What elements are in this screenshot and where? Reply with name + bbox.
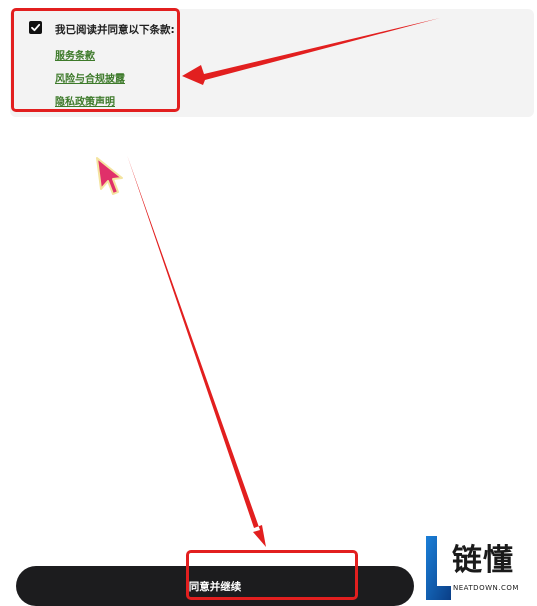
arrow-to-terms xyxy=(182,18,440,85)
site-watermark: 链懂 NEATDOWN.COM xyxy=(424,534,537,602)
arrow-to-button xyxy=(127,155,266,547)
watermark-logo-icon xyxy=(426,536,451,600)
annotation-overlay xyxy=(96,18,440,547)
watermark-url: NEATDOWN.COM xyxy=(453,584,519,592)
mouse-cursor-icon xyxy=(96,157,123,195)
watermark-name: 链懂 xyxy=(452,543,514,578)
